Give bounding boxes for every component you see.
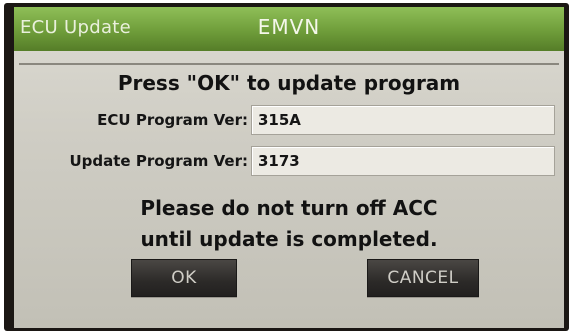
update-program-version-value: 3173	[258, 152, 300, 170]
ecu-program-version-value: 315A	[258, 111, 301, 129]
cancel-button[interactable]: CANCEL	[367, 259, 479, 297]
warning-message: Please do not turn off ACC until update …	[19, 193, 559, 255]
ecu-program-version-row: ECU Program Ver: 315A	[19, 105, 559, 137]
update-program-version-row: Update Program Ver: 3173	[19, 146, 559, 178]
device-title: EMVN	[257, 15, 321, 39]
title-bar: ECU Update EMVN	[14, 7, 564, 51]
update-dialog: Press "OK" to update program ECU Program…	[19, 63, 559, 315]
ok-button[interactable]: OK	[131, 259, 237, 297]
update-prompt: Press "OK" to update program	[117, 71, 461, 95]
warning-line-2: until update is completed.	[140, 227, 438, 251]
warning-line-1: Please do not turn off ACC	[140, 196, 438, 220]
ecu-program-version-field: 315A	[251, 105, 555, 135]
display-bezel: ECU Update EMVN Press "OK" to update pro…	[4, 3, 569, 331]
update-program-version-label: Update Program Ver:	[69, 152, 248, 170]
screen: ECU Update EMVN Press "OK" to update pro…	[14, 7, 564, 328]
update-program-version-field: 3173	[251, 146, 555, 176]
ecu-program-version-label: ECU Program Ver:	[97, 111, 248, 129]
